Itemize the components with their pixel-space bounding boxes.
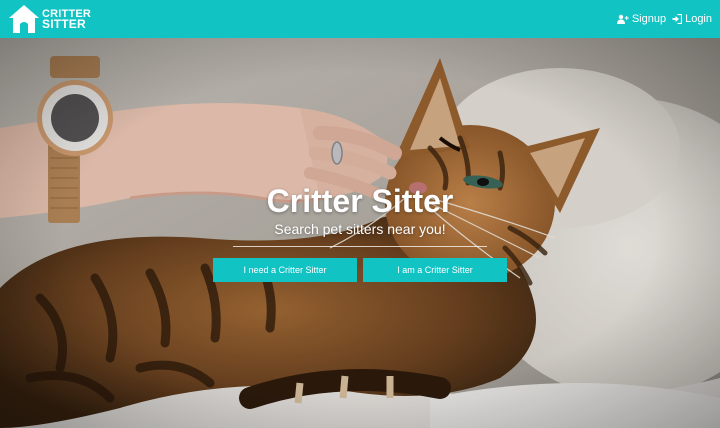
need-sitter-button[interactable]: I need a Critter Sitter	[213, 258, 357, 282]
hero-title: Critter Sitter	[266, 183, 454, 219]
brand-line-2: SITTER	[42, 17, 86, 31]
nav-links: Signup Login	[616, 13, 712, 25]
login-link[interactable]: Login	[672, 13, 712, 25]
signup-label: Signup	[631, 13, 667, 25]
login-label: Login	[685, 13, 712, 25]
user-plus-icon	[616, 14, 629, 24]
hero-subtitle: Search pet sitters near you!	[274, 221, 446, 237]
sign-in-icon	[672, 14, 683, 24]
hero-button-row: I need a Critter Sitter I am a Critter S…	[0, 258, 720, 282]
hero-section: Critter Sitter Search pet sitters near y…	[0, 38, 720, 428]
brand-logo[interactable]: CRITTER SITTER	[8, 4, 91, 34]
am-sitter-button[interactable]: I am a Critter Sitter	[363, 258, 507, 282]
top-navbar: CRITTER SITTER Signup Login	[0, 0, 720, 38]
brand-name: CRITTER SITTER	[42, 9, 91, 31]
hero-divider	[233, 246, 487, 247]
hero-content: Critter Sitter Search pet sitters near y…	[0, 183, 720, 282]
house-icon	[9, 5, 39, 33]
signup-link[interactable]: Signup	[616, 13, 667, 25]
